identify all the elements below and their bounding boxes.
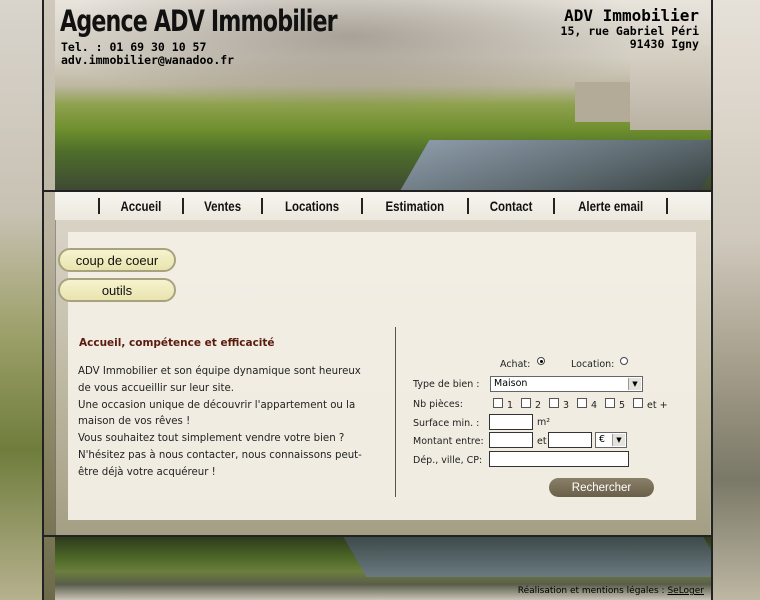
address-street: 15, rue Gabriel Péri xyxy=(560,24,699,38)
currency-value: € xyxy=(599,434,606,445)
site-title: Agence ADV Immobilier xyxy=(60,4,338,38)
welcome-text: ADV Immobilier et son équipe dynamique s… xyxy=(78,364,396,482)
background-scenery-left xyxy=(0,0,42,600)
search-button[interactable]: Rechercher xyxy=(549,478,654,497)
nav-accueil[interactable]: Accueil xyxy=(120,198,161,214)
chevron-down-icon: ▼ xyxy=(628,378,641,390)
header-photo-building xyxy=(575,82,635,122)
montant-min-input[interactable] xyxy=(489,432,533,448)
seloger-link[interactable]: SeLoger xyxy=(667,586,704,596)
chevron-down-icon: ▼ xyxy=(612,434,625,446)
main-nav: Accueil Ventes Locations Estimation Cont… xyxy=(55,192,711,220)
email-address[interactable]: adv.immobilier@wanadoo.fr xyxy=(61,53,234,67)
welcome-line: Vous souhaitez tout simplement vendre vo… xyxy=(78,433,345,445)
background-scenery-right xyxy=(710,0,760,600)
montant-label: Montant entre: xyxy=(413,436,484,447)
nav-alerte-email[interactable]: Alerte email xyxy=(578,198,643,214)
pieces-option-label: 3 xyxy=(563,400,570,411)
dep-ville-input[interactable] xyxy=(489,451,629,467)
welcome-line: N'hésitez pas à nous contacter, nous con… xyxy=(78,449,362,461)
pieces-option-label: 2 xyxy=(535,400,542,411)
type-bien-value: Maison xyxy=(494,378,528,389)
bottom-photo-river xyxy=(343,537,711,577)
nav-separator xyxy=(181,198,184,214)
surface-input[interactable] xyxy=(489,414,533,430)
company-name: ADV Immobilier xyxy=(564,6,699,25)
outils-button[interactable]: outils xyxy=(58,278,176,302)
welcome-line: maison de vos rêves ! xyxy=(78,416,191,428)
location-label: Location: xyxy=(571,359,615,370)
coup-de-coeur-button[interactable]: coup de coeur xyxy=(58,248,176,272)
content-divider xyxy=(395,327,396,497)
nav-separator xyxy=(552,198,555,214)
pieces-option-label: 4 xyxy=(591,400,598,411)
pieces-checkbox-5[interactable] xyxy=(605,398,615,408)
pieces-checkbox-plus[interactable] xyxy=(633,398,643,408)
nav-separator xyxy=(97,198,100,214)
pieces-option-label: 5 xyxy=(619,400,626,411)
welcome-line: être déjà votre acquéreur ! xyxy=(78,466,216,478)
nav-locations[interactable]: Locations xyxy=(285,198,339,214)
nb-pieces-label: Nb pièces: xyxy=(413,399,463,410)
nav-separator xyxy=(361,198,363,214)
surface-unit: m² xyxy=(537,417,551,428)
pieces-option-label: et + xyxy=(647,400,668,411)
nav-separator xyxy=(666,198,669,214)
welcome-line: de vous accueillir sur leur site. xyxy=(78,382,234,394)
type-bien-select[interactable]: Maison ▼ xyxy=(490,376,643,392)
header-photo-river xyxy=(400,140,711,190)
nav-separator xyxy=(260,198,263,214)
achat-radio[interactable] xyxy=(537,357,545,365)
location-radio[interactable] xyxy=(620,357,628,365)
nav-separator xyxy=(466,198,469,214)
pieces-option-label: 1 xyxy=(507,400,514,411)
footer: Réalisation et mentions légales : SeLoge… xyxy=(518,586,704,596)
pieces-checkbox-4[interactable] xyxy=(577,398,587,408)
footer-text: Réalisation et mentions légales : xyxy=(517,586,665,596)
welcome-line: Une occasion unique de découvrir l'appar… xyxy=(78,399,356,411)
nav-estimation[interactable]: Estimation xyxy=(385,198,444,214)
address-city: 91430 Igny xyxy=(629,37,699,51)
header-banner: Agence ADV Immobilier Tel. : 01 69 30 10… xyxy=(55,0,711,190)
frame-line-left xyxy=(42,0,44,600)
pieces-checkbox-3[interactable] xyxy=(549,398,559,408)
frame-line-right xyxy=(711,0,713,600)
surface-label: Surface min. : xyxy=(413,418,480,429)
phone-number: Tel. : 01 69 30 10 57 xyxy=(61,40,207,54)
type-bien-label: Type de bien : xyxy=(413,379,480,390)
pieces-checkbox-2[interactable] xyxy=(521,398,531,408)
nav-ventes[interactable]: Ventes xyxy=(204,198,241,214)
header-photo-house xyxy=(630,45,711,130)
section-title: Accueil, compétence et efficacité xyxy=(79,337,275,349)
dep-ville-label: Dép., ville, CP: xyxy=(413,455,483,466)
achat-label: Achat: xyxy=(500,359,531,370)
montant-et-label: et xyxy=(537,436,547,447)
welcome-line: ADV Immobilier et son équipe dynamique s… xyxy=(78,366,361,377)
montant-max-input[interactable] xyxy=(548,432,592,448)
currency-select[interactable]: € ▼ xyxy=(595,432,627,448)
pieces-checkbox-1[interactable] xyxy=(493,398,503,408)
nav-contact[interactable]: Contact xyxy=(489,198,532,214)
